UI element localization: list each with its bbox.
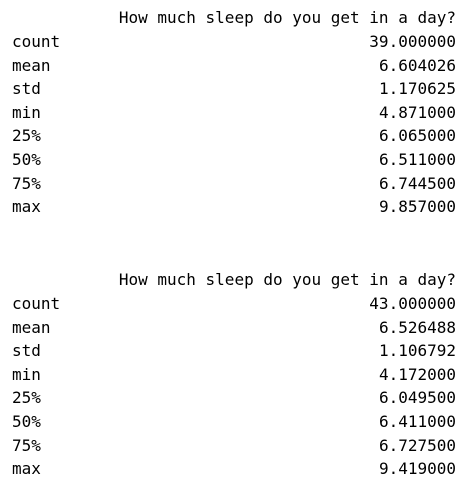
stat-value: 6.411000 — [378, 411, 456, 431]
stat-row-25: 25% 6.049500 — [12, 386, 456, 410]
stat-value: 43.000000 — [369, 294, 456, 313]
stat-row-count: count 39.000000 — [12, 30, 456, 54]
stat-label: 75% — [12, 173, 41, 193]
stat-row-std: std 1.170625 — [12, 77, 456, 101]
column-header: How much sleep do you get in a day? — [118, 8, 456, 27]
stat-value: 6.511000 — [378, 149, 456, 169]
stat-row-count: count 43.000000 — [12, 292, 456, 316]
describe-output-2: How much sleep do you get in a day? coun… — [12, 268, 456, 481]
stat-row-max: max 9.857000 — [12, 195, 456, 219]
stat-row-75: 75% 6.744500 — [12, 172, 456, 196]
column-header: How much sleep do you get in a day? — [118, 270, 456, 289]
stat-label: count — [12, 32, 61, 51]
stat-value: 6.065000 — [378, 126, 456, 146]
stat-label: min — [12, 102, 41, 122]
stat-label: 50% — [12, 411, 41, 431]
stat-label: 25% — [12, 388, 41, 408]
stat-row-mean: mean 6.526488 — [12, 316, 456, 340]
stat-label: std — [12, 341, 41, 361]
stat-row-50: 50% 6.411000 — [12, 410, 456, 434]
stat-row-75: 75% 6.727500 — [12, 434, 456, 458]
stat-label: 75% — [12, 435, 41, 455]
stat-row-50: 50% 6.511000 — [12, 148, 456, 172]
stat-row-25: 25% 6.065000 — [12, 124, 456, 148]
stat-label: 50% — [12, 149, 41, 169]
stat-row-min: min 4.172000 — [12, 363, 456, 387]
stat-value: 6.727500 — [378, 435, 456, 455]
stat-label: mean — [12, 55, 51, 75]
stat-row-mean: mean 6.604026 — [12, 54, 456, 78]
stat-value: 6.049500 — [378, 388, 456, 408]
stat-value: 6.744500 — [378, 173, 456, 193]
stat-value: 1.170625 — [378, 79, 456, 99]
stat-value: 4.871000 — [378, 102, 456, 122]
stat-label: mean — [12, 317, 51, 337]
stat-value: 39.000000 — [369, 32, 456, 51]
stat-label: 25% — [12, 126, 41, 146]
stat-label: max — [12, 459, 41, 479]
stat-value: 9.857000 — [378, 197, 456, 217]
stat-label: count — [12, 294, 61, 313]
stat-value: 6.604026 — [378, 55, 456, 75]
stat-label: min — [12, 364, 41, 384]
stat-row-min: min 4.871000 — [12, 101, 456, 125]
stat-value: 9.419000 — [378, 459, 456, 479]
stat-label: max — [12, 197, 41, 217]
describe-output-1: How much sleep do you get in a day? coun… — [12, 6, 456, 219]
stat-label: std — [12, 79, 41, 99]
stat-row-max: max 9.419000 — [12, 457, 456, 481]
stat-value: 6.526488 — [378, 317, 456, 337]
stat-row-std: std 1.106792 — [12, 339, 456, 363]
stat-value: 1.106792 — [378, 341, 456, 361]
stat-value: 4.172000 — [378, 364, 456, 384]
